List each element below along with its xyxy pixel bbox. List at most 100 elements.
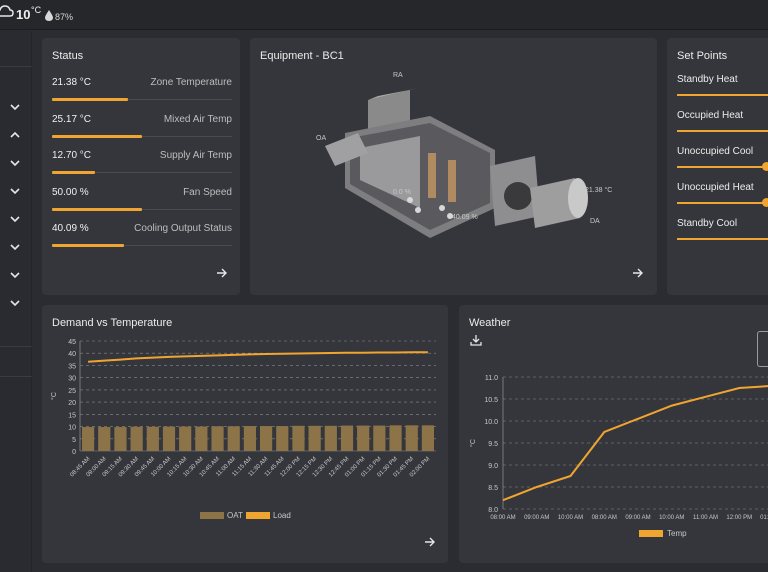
oat-bar (292, 425, 305, 451)
oat-bar (324, 425, 337, 451)
status-level-bar (52, 244, 124, 247)
status-label: Supply Air Temp (159, 150, 232, 161)
oat-bar (195, 426, 208, 451)
oat-bar (405, 425, 418, 451)
weather-panel: Weather 8.0 8.5 9.0 9.5 10.0 10.5 11.0 °C 08:00 … (459, 305, 768, 563)
status-row: 25.17 °C Mixed Air Temp (52, 114, 232, 146)
status-value: 50.00 % (52, 186, 89, 198)
y-tick-label: 20 (68, 400, 76, 407)
set-point-item[interactable]: Unoccupied Cool (677, 146, 768, 176)
status-level-bar (52, 171, 96, 174)
set-point-slider[interactable] (677, 166, 768, 168)
status-panel: Status 21.38 °C Zone Temperature 25.17 °C M… (42, 38, 240, 295)
x-tick-label: 11:00 AM (693, 515, 718, 521)
demand-chart: 051015202530354045°C08:45 AM09:00 AM09:1… (50, 339, 436, 479)
y-tick-label: 0 (72, 449, 76, 456)
y-tick-label: 8.0 (488, 507, 498, 514)
y-tick-label: 5 (72, 437, 76, 444)
legend-oat-label: OAT (227, 511, 243, 520)
status-level-bar (52, 134, 142, 138)
chevron-up-icon[interactable] (8, 128, 22, 142)
oat-bar (357, 425, 370, 451)
x-tick-label: 08:00 AM (490, 515, 515, 521)
status-row: 21.38 °C Zone Temperature (52, 77, 232, 109)
set-point-label: Unoccupied Cool (677, 146, 754, 157)
set-point-item[interactable]: Occupied Heat (677, 110, 768, 140)
status-value: 40.09 % (52, 223, 89, 234)
legend-temp-label: Temp (667, 529, 687, 538)
y-tick-label: 15 (68, 412, 76, 419)
damper-label: 0.0 % (393, 189, 411, 196)
oat-bar (82, 427, 95, 451)
set-points-title: Set Points (677, 50, 728, 62)
ra-label: RA (393, 72, 403, 79)
chevron-down-icon[interactable] (8, 240, 22, 254)
oat-bar (130, 426, 143, 451)
set-point-slider-handle[interactable] (762, 162, 768, 171)
y-tick-label: 25 (68, 388, 76, 395)
chevron-down-icon[interactable] (8, 212, 22, 226)
sidebar-divider (0, 346, 32, 347)
set-point-slider[interactable] (677, 238, 768, 240)
set-point-slider[interactable] (677, 130, 768, 132)
arrow-right-icon[interactable] (216, 267, 228, 279)
y-axis-label: °C (50, 392, 58, 400)
status-row: 12.70 °C Supply Air Temp (52, 150, 232, 182)
y-tick-label: 9.0 (488, 463, 498, 470)
current-temperature: 10 (16, 7, 31, 22)
oat-bar (146, 426, 159, 451)
y-axis-label: °C (469, 439, 477, 447)
oat-bar (179, 426, 192, 451)
legend-temp-swatch (639, 530, 663, 537)
set-point-item[interactable]: Standby Cool (677, 218, 768, 248)
status-row: 40.09 % Cooling Output Status (52, 223, 232, 255)
chevron-down-icon[interactable] (8, 268, 22, 282)
oat-bar (114, 427, 127, 451)
set-point-item[interactable]: Standby Heat (677, 74, 768, 104)
cloud-icon (0, 5, 14, 17)
arrow-right-icon[interactable] (424, 536, 436, 548)
status-label: Cooling Output Status (134, 223, 232, 234)
sidebar (0, 31, 32, 572)
arrow-right-icon[interactable] (632, 267, 644, 279)
oat-bar (373, 425, 386, 451)
chevron-down-icon[interactable] (8, 184, 22, 198)
set-point-label: Standby Cool (677, 218, 738, 229)
y-tick-label: 45 (68, 339, 76, 346)
status-level-bar (52, 207, 142, 211)
air-handler-diagram: RA OA 0.0 % 40.09 % 21.38 °C DA (316, 72, 612, 238)
sidebar-divider (0, 376, 32, 377)
chevron-down-icon[interactable] (8, 156, 22, 170)
chevron-down-icon[interactable] (8, 100, 22, 114)
y-tick-label: 9.5 (488, 441, 498, 448)
oat-bar (421, 425, 434, 451)
valve-label: 40.09 % (452, 214, 478, 221)
set-point-slider[interactable] (677, 94, 768, 96)
x-tick-label: 10:00 AM (558, 515, 583, 521)
chevron-down-icon[interactable] (8, 296, 22, 310)
y-tick-label: 11.0 (485, 375, 498, 382)
oat-bar (308, 425, 321, 451)
y-tick-label: 10 (68, 425, 76, 432)
status-value: 12.70 °C (52, 150, 92, 161)
legend-load-label: Load (273, 511, 291, 520)
x-tick-label: 09:00 AM (524, 515, 549, 521)
oat-bar (98, 427, 111, 451)
top-bar: 10 °C 87% (0, 0, 768, 30)
set-point-slider[interactable] (677, 202, 768, 204)
y-tick-label: 8.5 (488, 485, 498, 492)
set-point-slider-handle[interactable] (762, 198, 768, 207)
y-tick-label: 10.0 (484, 419, 498, 426)
oat-bar (260, 426, 273, 451)
legend-load-swatch (246, 512, 270, 519)
status-level-bar (52, 98, 128, 101)
set-point-label: Occupied Heat (677, 110, 744, 121)
set-point-item[interactable]: Unoccupied Heat (677, 182, 768, 212)
x-tick-label: 10:00 AM (659, 515, 684, 521)
oa-label: OA (316, 135, 326, 142)
oat-bar (211, 426, 224, 451)
set-points-panel: Set Points Standby Heat Occupied Heat Unoc… (667, 38, 768, 295)
da-label: DA (590, 218, 600, 225)
y-tick-label: 35 (68, 363, 76, 370)
y-tick-label: 10.5 (484, 397, 498, 404)
